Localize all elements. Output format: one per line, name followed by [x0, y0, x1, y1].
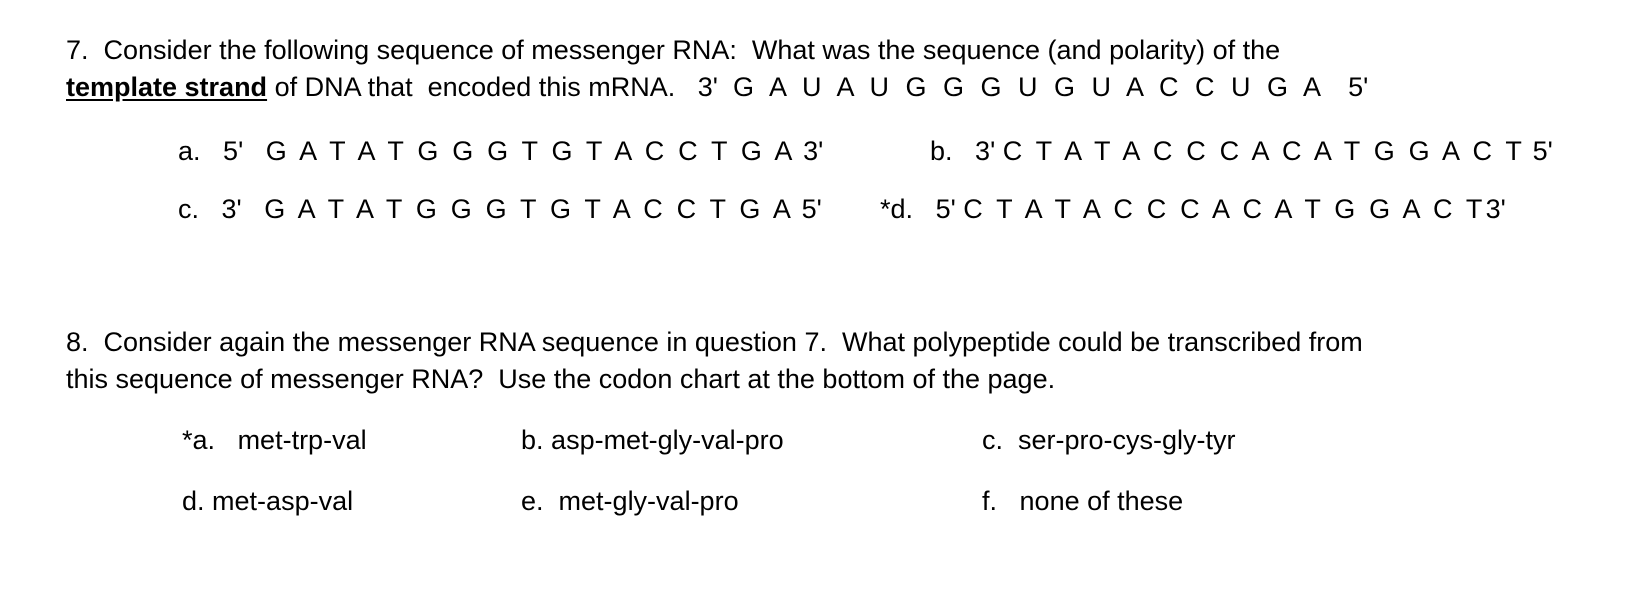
option-a-gap [243, 136, 266, 166]
q8-option-d-label: d. [182, 486, 205, 516]
option-c-prefix: 3' [221, 194, 242, 224]
question-8-line-1: 8. Consider again the messenger RNA sequ… [66, 327, 1363, 357]
q8-option-c-gap [1003, 425, 1018, 455]
option-b-prefix: 3' [975, 136, 996, 166]
q8-option-e-text: met-gly-val-pro [558, 486, 739, 516]
option-a-label: a. [178, 136, 201, 166]
question-8-options-row-1: *a. met-trp-val b. asp-met-gly-val-pro c… [182, 425, 1582, 486]
question-8-option-b[interactable]: b. asp-met-gly-val-pro [521, 425, 784, 455]
option-a-prefix: 5' [223, 136, 244, 166]
question-8-option-e[interactable]: e. met-gly-val-pro [521, 486, 739, 516]
question-7-line-1: 7. Consider the following sequence of me… [66, 35, 1281, 65]
question-8-options: *a. met-trp-val b. asp-met-gly-val-pro c… [182, 425, 1582, 547]
question-7-line-2: template strand of DNA that encoded this… [66, 69, 1586, 106]
option-c-suffix: 5' [801, 194, 822, 224]
option-a-prefix-spacer [201, 136, 224, 166]
q8-option-c-text: ser-pro-cys-gly-tyr [1018, 425, 1236, 455]
option-b-label: b. [930, 136, 953, 166]
question-7-option-b[interactable]: b. 3' C T A T A C C C A C A T G G A C T … [930, 136, 1553, 166]
question-7-option-c[interactable]: c. 3' G A T A T G G G T G T A C C T G A … [178, 194, 822, 224]
option-b-suffix: 5' [1532, 136, 1553, 166]
q8-option-f-gap [997, 486, 1020, 516]
question-8-options-row-2: d. met-asp-val e. met-gly-val-pro f. non… [182, 486, 1582, 547]
option-a-suffix: 3' [803, 136, 824, 166]
question-8-option-d[interactable]: d. met-asp-val [182, 486, 353, 516]
option-d-label: d. [890, 194, 914, 224]
option-a-suffix-gap [796, 136, 804, 166]
option-a-sequence: G A T A T G G G T G T A C C T G A [265, 136, 796, 166]
option-c-label: c. [178, 194, 200, 224]
question-8-line-2: this sequence of messenger RNA? Use the … [66, 364, 1056, 394]
question-8-block: 8. Consider again the messenger RNA sequ… [66, 324, 1586, 398]
option-d-sequence: C T A T A C C C A C A T G G A C T [963, 194, 1486, 224]
question-7-line-2-text: of DNA that encoded this mRNA. 3' [267, 72, 733, 102]
template-strand-emphasis: template strand [66, 72, 268, 102]
question-7-option-a[interactable]: a. 5' G A T A T G G G T G T A C C T G A … [178, 136, 823, 166]
q8-option-a-marker: * [182, 425, 193, 455]
option-b-prefix-spacer [953, 136, 976, 166]
option-c-prefix-spacer [199, 194, 222, 224]
q8-option-a-text: met-trp-val [237, 425, 367, 455]
question-7-options-row-2: c. 3' G A T A T G G G T G T A C C T G A … [178, 194, 1598, 252]
option-d-suffix: 3' [1485, 194, 1506, 224]
question-8-option-f[interactable]: f. none of these [982, 486, 1183, 516]
q8-option-c-label: c. [982, 425, 1004, 455]
option-d-marker: * [880, 194, 891, 224]
question-8-option-a[interactable]: *a. met-trp-val [182, 425, 367, 455]
q8-option-b-text: asp-met-gly-val-pro [551, 425, 784, 455]
option-b-gap [995, 136, 1003, 166]
option-d-prefix: 5' [935, 194, 956, 224]
question-7-block: 7. Consider the following sequence of me… [66, 32, 1586, 106]
option-d-prefix-spacer [913, 194, 936, 224]
question-7-options: a. 5' G A T A T G G G T G T A C C T G A … [178, 136, 1598, 252]
q8-option-b-gap [544, 425, 552, 455]
q8-option-a-gap [215, 425, 238, 455]
mrna-sequence-end: 5' [1325, 72, 1369, 102]
question-7-option-d[interactable]: *d. 5' C T A T A C C C A C A T G G A C T… [880, 194, 1506, 224]
q8-option-a-label: a. [192, 425, 216, 455]
q8-option-e-gap [544, 486, 559, 516]
option-c-sequence: G A T A T G G G T G T A C C T G A [264, 194, 795, 224]
option-b-suffix-gap [1525, 136, 1533, 166]
mrna-sequence: G A U A U G G G U G U A C C U G A [732, 72, 1326, 102]
q8-option-f-label: f. [982, 486, 998, 516]
q8-option-d-gap [205, 486, 213, 516]
q8-option-e-label: e. [521, 486, 544, 516]
question-8-option-c[interactable]: c. ser-pro-cys-gly-tyr [982, 425, 1236, 455]
q8-option-d-text: met-asp-val [212, 486, 354, 516]
exam-question-page: 7. Consider the following sequence of me… [0, 0, 1640, 616]
q8-option-f-text: none of these [1019, 486, 1184, 516]
option-c-suffix-gap [794, 194, 802, 224]
option-b-sequence: C T A T A C C C A C A T G G A C T [1002, 136, 1526, 166]
option-c-gap [242, 194, 265, 224]
q8-option-b-label: b. [521, 425, 544, 455]
question-7-options-row-1: a. 5' G A T A T G G G T G T A C C T G A … [178, 136, 1598, 194]
